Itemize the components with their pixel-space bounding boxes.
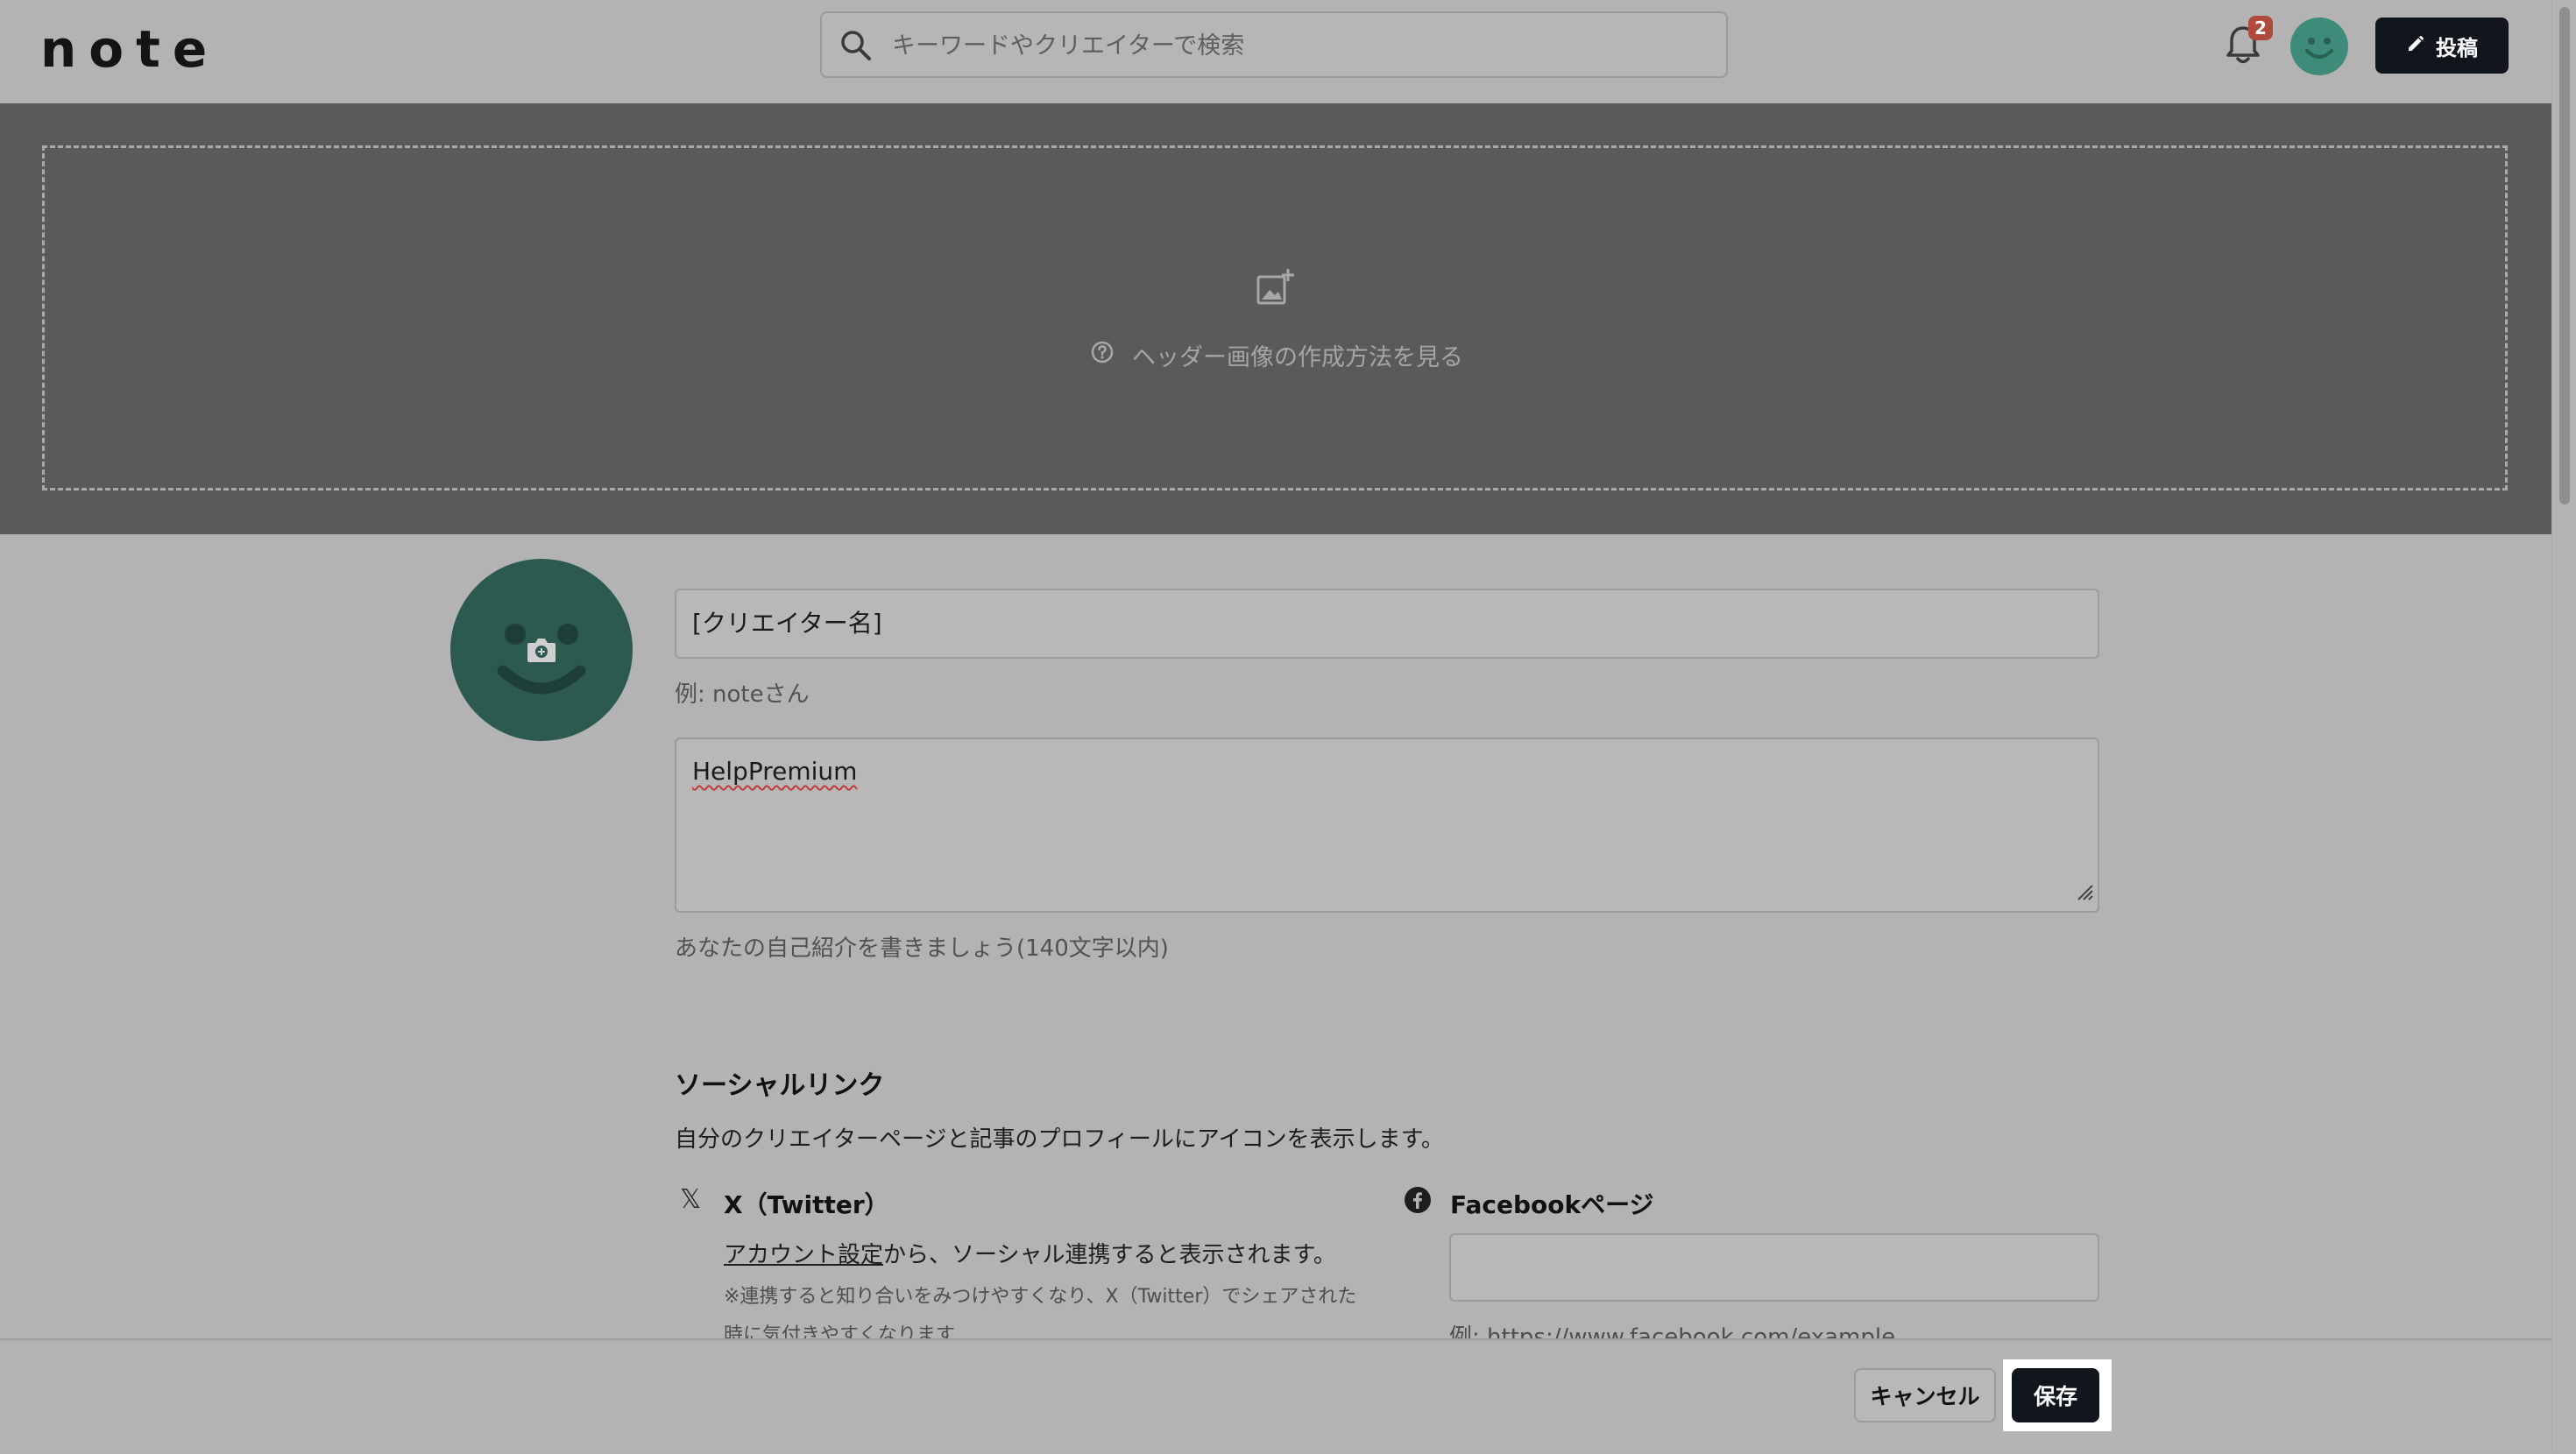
camera-icon [526,636,557,667]
x-twitter-icon: 𝕏 [680,1184,702,1215]
resize-handle-icon[interactable] [2075,879,2094,907]
note-logo[interactable]: note [40,19,219,79]
x-twitter-instruction-rest: から、ソーシャル連携すると表示されます。 [883,1242,1336,1268]
x-twitter-note-line1: ※連携すると知り合いをみつけやすくなり、X（Twitter）でシェアされた [724,1286,1357,1308]
facebook-icon [1404,1186,1432,1218]
header-image-area: ヘッダー画像の作成方法を見る [0,103,2551,534]
bio-text: HelpPremium [692,757,858,786]
footer-bar [0,1338,2551,1454]
header-help-text: ヘッダー画像の作成方法を見る [1132,344,1463,371]
creator-name-input[interactable]: [クリエイター名] [675,589,2099,659]
x-twitter-title: X（Twitter） [724,1190,889,1219]
header-image-help-link[interactable]: ヘッダー画像の作成方法を見る [1090,338,1463,372]
scrollbar-thumb[interactable] [2559,7,2570,505]
creator-name-hint: 例: noteさん [675,681,810,708]
account-settings-link[interactable]: アカウント設定 [724,1242,883,1268]
pencil-icon [2406,32,2427,59]
search-box[interactable] [820,11,1728,78]
profile-avatar-upload[interactable] [450,559,633,741]
top-bar: note 2 投稿 [0,0,2551,103]
post-button[interactable]: 投稿 [2375,18,2509,74]
cancel-button[interactable]: キャンセル [1854,1368,1996,1422]
save-button[interactable]: 保存 [2012,1368,2099,1422]
facebook-page-title: Facebookページ [1450,1190,1654,1219]
social-links-description: 自分のクリエイターページと記事のプロフィールにアイコンを表示します。 [675,1126,1445,1153]
post-button-label: 投稿 [2436,35,2478,60]
user-avatar[interactable] [2290,18,2348,75]
scrollbar[interactable] [2551,0,2576,1452]
help-circle-icon [1090,340,1115,371]
bio-hint: あなたの自己紹介を書きましょう(140文字以内) [675,935,1169,962]
x-twitter-instruction: アカウント設定から、ソーシャル連携すると表示されます。 [724,1237,1336,1269]
add-image-icon[interactable] [1253,266,1297,314]
notification-badge: 2 [2248,16,2273,40]
search-icon [839,29,873,66]
header-image-dropzone[interactable] [42,145,2508,491]
social-links-title: ソーシャルリンク [675,1070,885,1101]
search-input[interactable] [890,13,1682,78]
facebook-page-input[interactable] [1449,1233,2099,1302]
bio-textarea[interactable]: HelpPremium [675,738,2099,913]
